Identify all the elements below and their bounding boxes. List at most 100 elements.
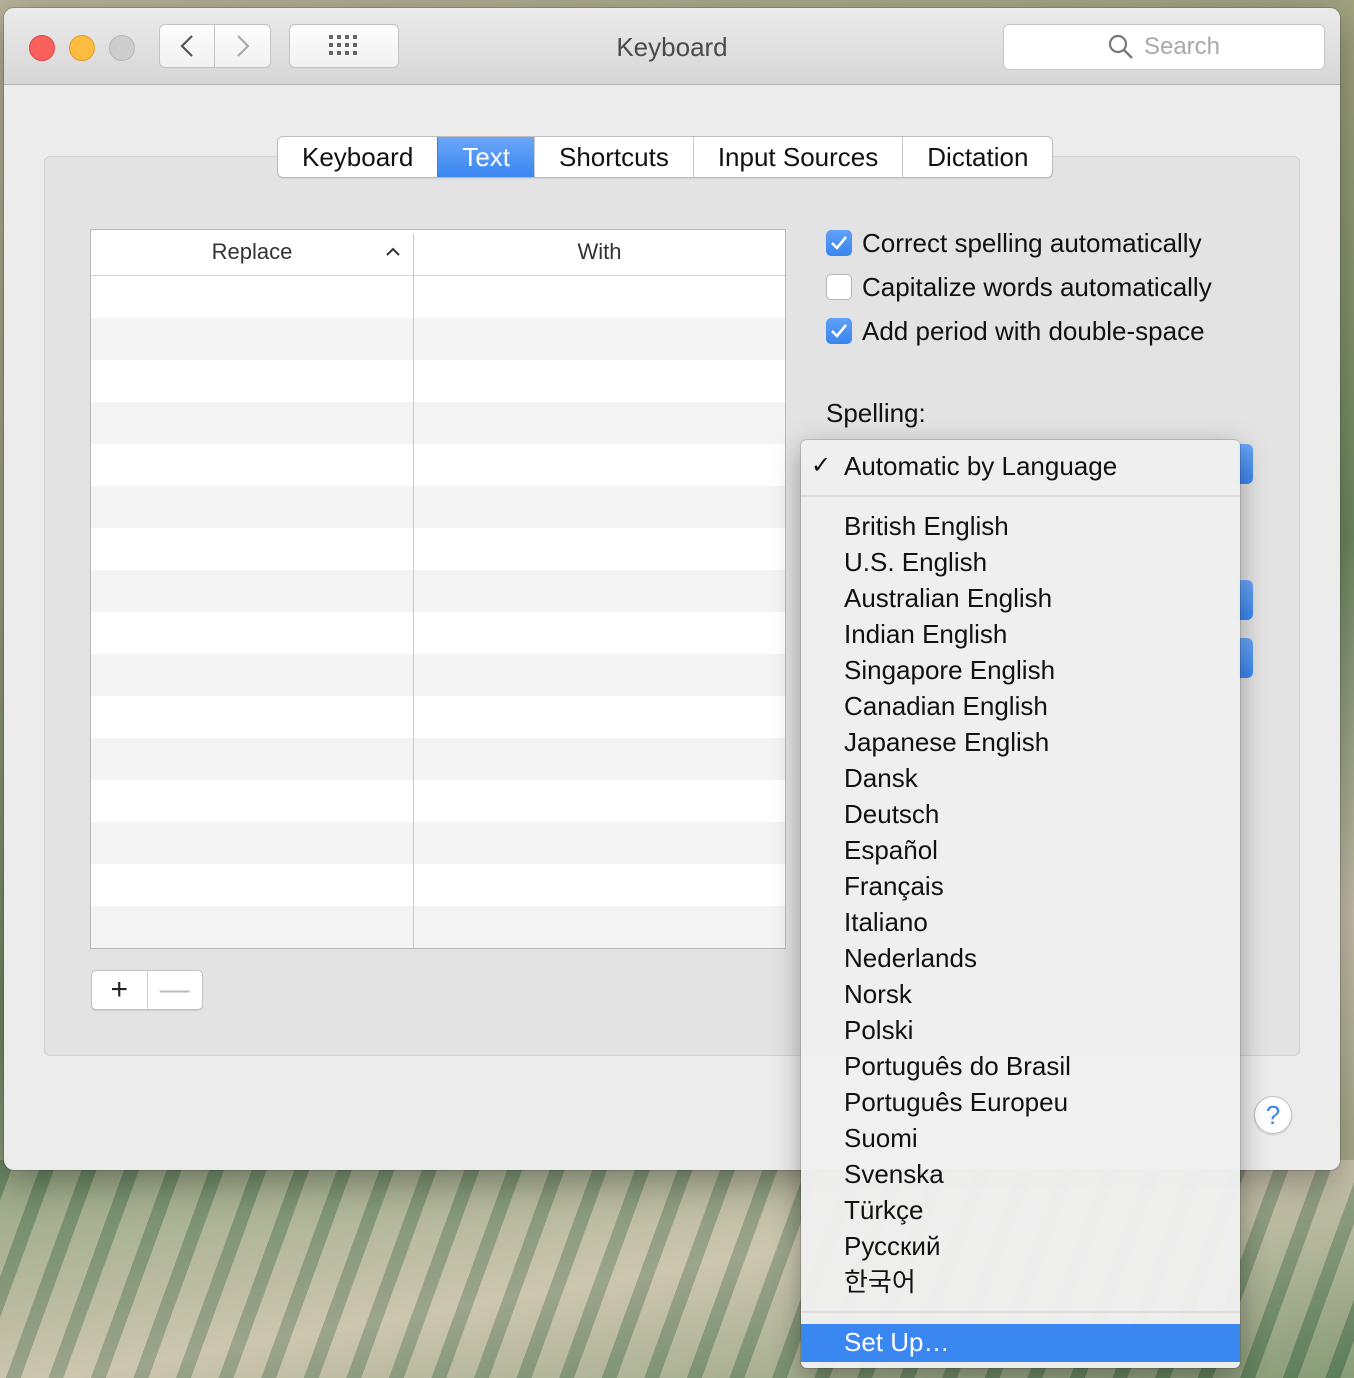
menu-item-label: Singapore English — [844, 655, 1056, 685]
menu-item-label: 한국어 — [844, 1267, 916, 1297]
menu-item-label: Indian English — [844, 619, 1008, 649]
add-button[interactable]: + — [92, 971, 147, 1009]
menu-item-set-up[interactable]: Set Up… — [801, 1324, 1240, 1362]
table-row — [91, 444, 785, 486]
table-row — [91, 402, 785, 444]
menu-item-language[interactable]: Norsk — [801, 976, 1240, 1012]
menu-item-language[interactable]: Français — [801, 868, 1240, 904]
checkmark-icon: ✓ — [811, 452, 832, 479]
menu-item-label: Português do Brasil — [844, 1051, 1071, 1081]
tab-text[interactable]: Text — [437, 137, 534, 177]
menu-item-language[interactable]: Indian English — [801, 616, 1240, 652]
column-header-replace[interactable]: Replace — [91, 230, 413, 275]
tab-keyboard[interactable]: Keyboard — [278, 137, 437, 177]
search-placeholder: Search — [1143, 33, 1221, 60]
menu-item-label: Deutsch — [844, 799, 940, 829]
tab-shortcuts[interactable]: Shortcuts — [534, 137, 693, 177]
menu-item-label: Svenska — [844, 1159, 944, 1189]
table-row — [91, 864, 785, 906]
replacement-table[interactable]: Replace With — [90, 229, 786, 949]
table-header: Replace With — [91, 230, 785, 276]
option-label: Capitalize words automatically — [862, 271, 1212, 302]
menu-item-label: Set Up… — [844, 1327, 950, 1357]
column-divider — [413, 234, 414, 948]
menu-item-language[interactable]: U.S. English — [801, 544, 1240, 580]
option-capitalize-words[interactable]: Capitalize words automatically — [826, 272, 1212, 302]
table-rows — [91, 276, 785, 948]
table-row — [91, 486, 785, 528]
title-bar: Keyboard Search — [4, 8, 1340, 85]
spelling-dropdown-menu: ✓ Automatic by Language British English … — [801, 440, 1240, 1368]
checkbox-checked[interactable] — [826, 318, 852, 344]
menu-item-automatic[interactable]: ✓ Automatic by Language — [801, 448, 1240, 484]
search-icon — [1108, 34, 1133, 59]
menu-item-language[interactable]: Deutsch — [801, 796, 1240, 832]
menu-item-label: Dansk — [844, 763, 918, 793]
menu-item-label: Australian English — [844, 583, 1053, 613]
table-row — [91, 360, 785, 402]
table-row — [91, 780, 785, 822]
menu-separator — [801, 495, 1240, 497]
menu-item-language[interactable]: Polski — [801, 1012, 1240, 1048]
menu-item-language[interactable]: Nederlands — [801, 940, 1240, 976]
remove-button[interactable]: — — [146, 971, 203, 1009]
menu-item-label: Русский — [844, 1231, 941, 1261]
menu-item-language[interactable]: Türkçe — [801, 1192, 1240, 1228]
menu-item-language[interactable]: Japanese English — [801, 724, 1240, 760]
spelling-label: Spelling: — [826, 398, 926, 428]
option-double-space-period[interactable]: Add period with double-space — [826, 316, 1205, 346]
menu-item-language[interactable]: Canadian English — [801, 688, 1240, 724]
menu-item-label: U.S. English — [844, 547, 988, 577]
menu-item-language[interactable]: Português Europeu — [801, 1084, 1240, 1120]
menu-item-language[interactable]: Italiano — [801, 904, 1240, 940]
menu-item-language[interactable]: 한국어 — [801, 1264, 1240, 1300]
table-row — [91, 738, 785, 780]
menu-item-language[interactable]: Svenska — [801, 1156, 1240, 1192]
menu-item-language[interactable]: Australian English — [801, 580, 1240, 616]
table-row — [91, 654, 785, 696]
menu-item-label: Suomi — [844, 1123, 918, 1153]
sort-ascending-icon — [386, 247, 400, 256]
menu-item-label: Italiano — [844, 907, 928, 937]
menu-item-label: Português Europeu — [844, 1087, 1069, 1117]
tab-bar: Keyboard Text Shortcuts Input Sources Di… — [277, 136, 1054, 178]
menu-item-label: Français — [844, 871, 944, 901]
table-row — [91, 318, 785, 360]
tab-input-sources[interactable]: Input Sources — [692, 137, 902, 177]
table-row — [91, 528, 785, 570]
table-row — [91, 612, 785, 654]
menu-item-label: Japanese English — [844, 727, 1050, 757]
column-header-with[interactable]: With — [414, 230, 785, 275]
table-row — [91, 276, 785, 318]
option-correct-spelling[interactable]: Correct spelling automatically — [826, 228, 1202, 258]
menu-item-language[interactable]: Dansk — [801, 760, 1240, 796]
menu-item-language[interactable]: Español — [801, 832, 1240, 868]
menu-item-language[interactable]: Suomi — [801, 1120, 1240, 1156]
checkmark-icon — [831, 236, 848, 250]
menu-item-language[interactable]: British English — [801, 508, 1240, 544]
tab-dictation[interactable]: Dictation — [902, 137, 1052, 177]
menu-item-language[interactable]: Singapore English — [801, 652, 1240, 688]
add-remove-control: + — — [91, 970, 203, 1010]
menu-item-label: Nederlands — [844, 943, 977, 973]
table-row — [91, 822, 785, 864]
checkbox-checked[interactable] — [826, 230, 852, 256]
menu-item-language[interactable]: Português do Brasil — [801, 1048, 1240, 1084]
checkmark-icon — [831, 324, 848, 338]
search-field[interactable]: Search — [1003, 24, 1325, 70]
table-row — [91, 696, 785, 738]
menu-item-label: Canadian English — [844, 691, 1048, 721]
menu-separator — [801, 1311, 1240, 1313]
checkbox-unchecked[interactable] — [826, 274, 852, 300]
menu-item-label: Polski — [844, 1015, 914, 1045]
menu-item-label: Türkçe — [844, 1195, 924, 1225]
table-row — [91, 570, 785, 612]
menu-item-label: British English — [844, 511, 1009, 541]
menu-item-label: Automatic by Language — [844, 451, 1118, 481]
option-label: Correct spelling automatically — [862, 227, 1202, 258]
menu-item-language[interactable]: Русский — [801, 1228, 1240, 1264]
option-label: Add period with double-space — [862, 315, 1205, 346]
help-button[interactable]: ? — [1254, 1096, 1292, 1134]
table-row — [91, 906, 785, 948]
menu-item-label: Español — [844, 835, 938, 865]
